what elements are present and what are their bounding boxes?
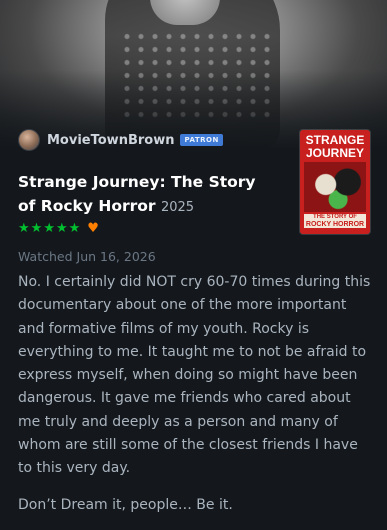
poster-subtitle-line: THE STORY OF (313, 214, 357, 220)
poster-subtitle: THE STORY OF ROCKY HORROR (304, 214, 366, 228)
heart-icon: ♥ (87, 221, 99, 236)
review-paragraph: Don’t Dream it, people… Be it. (18, 496, 233, 513)
film-title[interactable]: Strange Journey: The Story of Rocky Horr… (18, 170, 278, 220)
poster-title-line: JOURNEY (305, 146, 364, 160)
film-title-text[interactable]: Strange Journey: The Story of Rocky Horr… (18, 173, 256, 215)
backdrop-image (0, 0, 387, 150)
avatar[interactable] (18, 129, 40, 151)
poster-artwork (304, 162, 366, 212)
review-body: No. I certainly did NOT cry 60-70 times … (18, 271, 374, 530)
star-icon: ★ (18, 221, 30, 236)
patron-badge: PATRON (180, 134, 223, 146)
author-name[interactable]: MovieTownBrown (47, 133, 174, 148)
star-icon: ★ (43, 221, 55, 236)
review-paragraph: No. I certainly did NOT cry 60-70 times … (18, 274, 371, 477)
star-icon: ★ (68, 221, 81, 236)
author-row[interactable]: MovieTownBrown PATRON (18, 129, 223, 151)
film-poster[interactable]: STRANGE JOURNEY THE STORY OF ROCKY HORRO… (300, 130, 370, 234)
poster-subtitle-line: ROCKY HORROR (305, 221, 365, 228)
star-icon: ★ (55, 221, 68, 236)
film-year[interactable]: 2025 (161, 200, 194, 215)
watched-date: Watched Jun 16, 2026 (18, 249, 156, 264)
poster-title: STRANGE JOURNEY (300, 134, 370, 160)
rating: ★ ★ ★ ★ ★ ♥ (18, 221, 99, 236)
star-icon: ★ (30, 221, 43, 236)
